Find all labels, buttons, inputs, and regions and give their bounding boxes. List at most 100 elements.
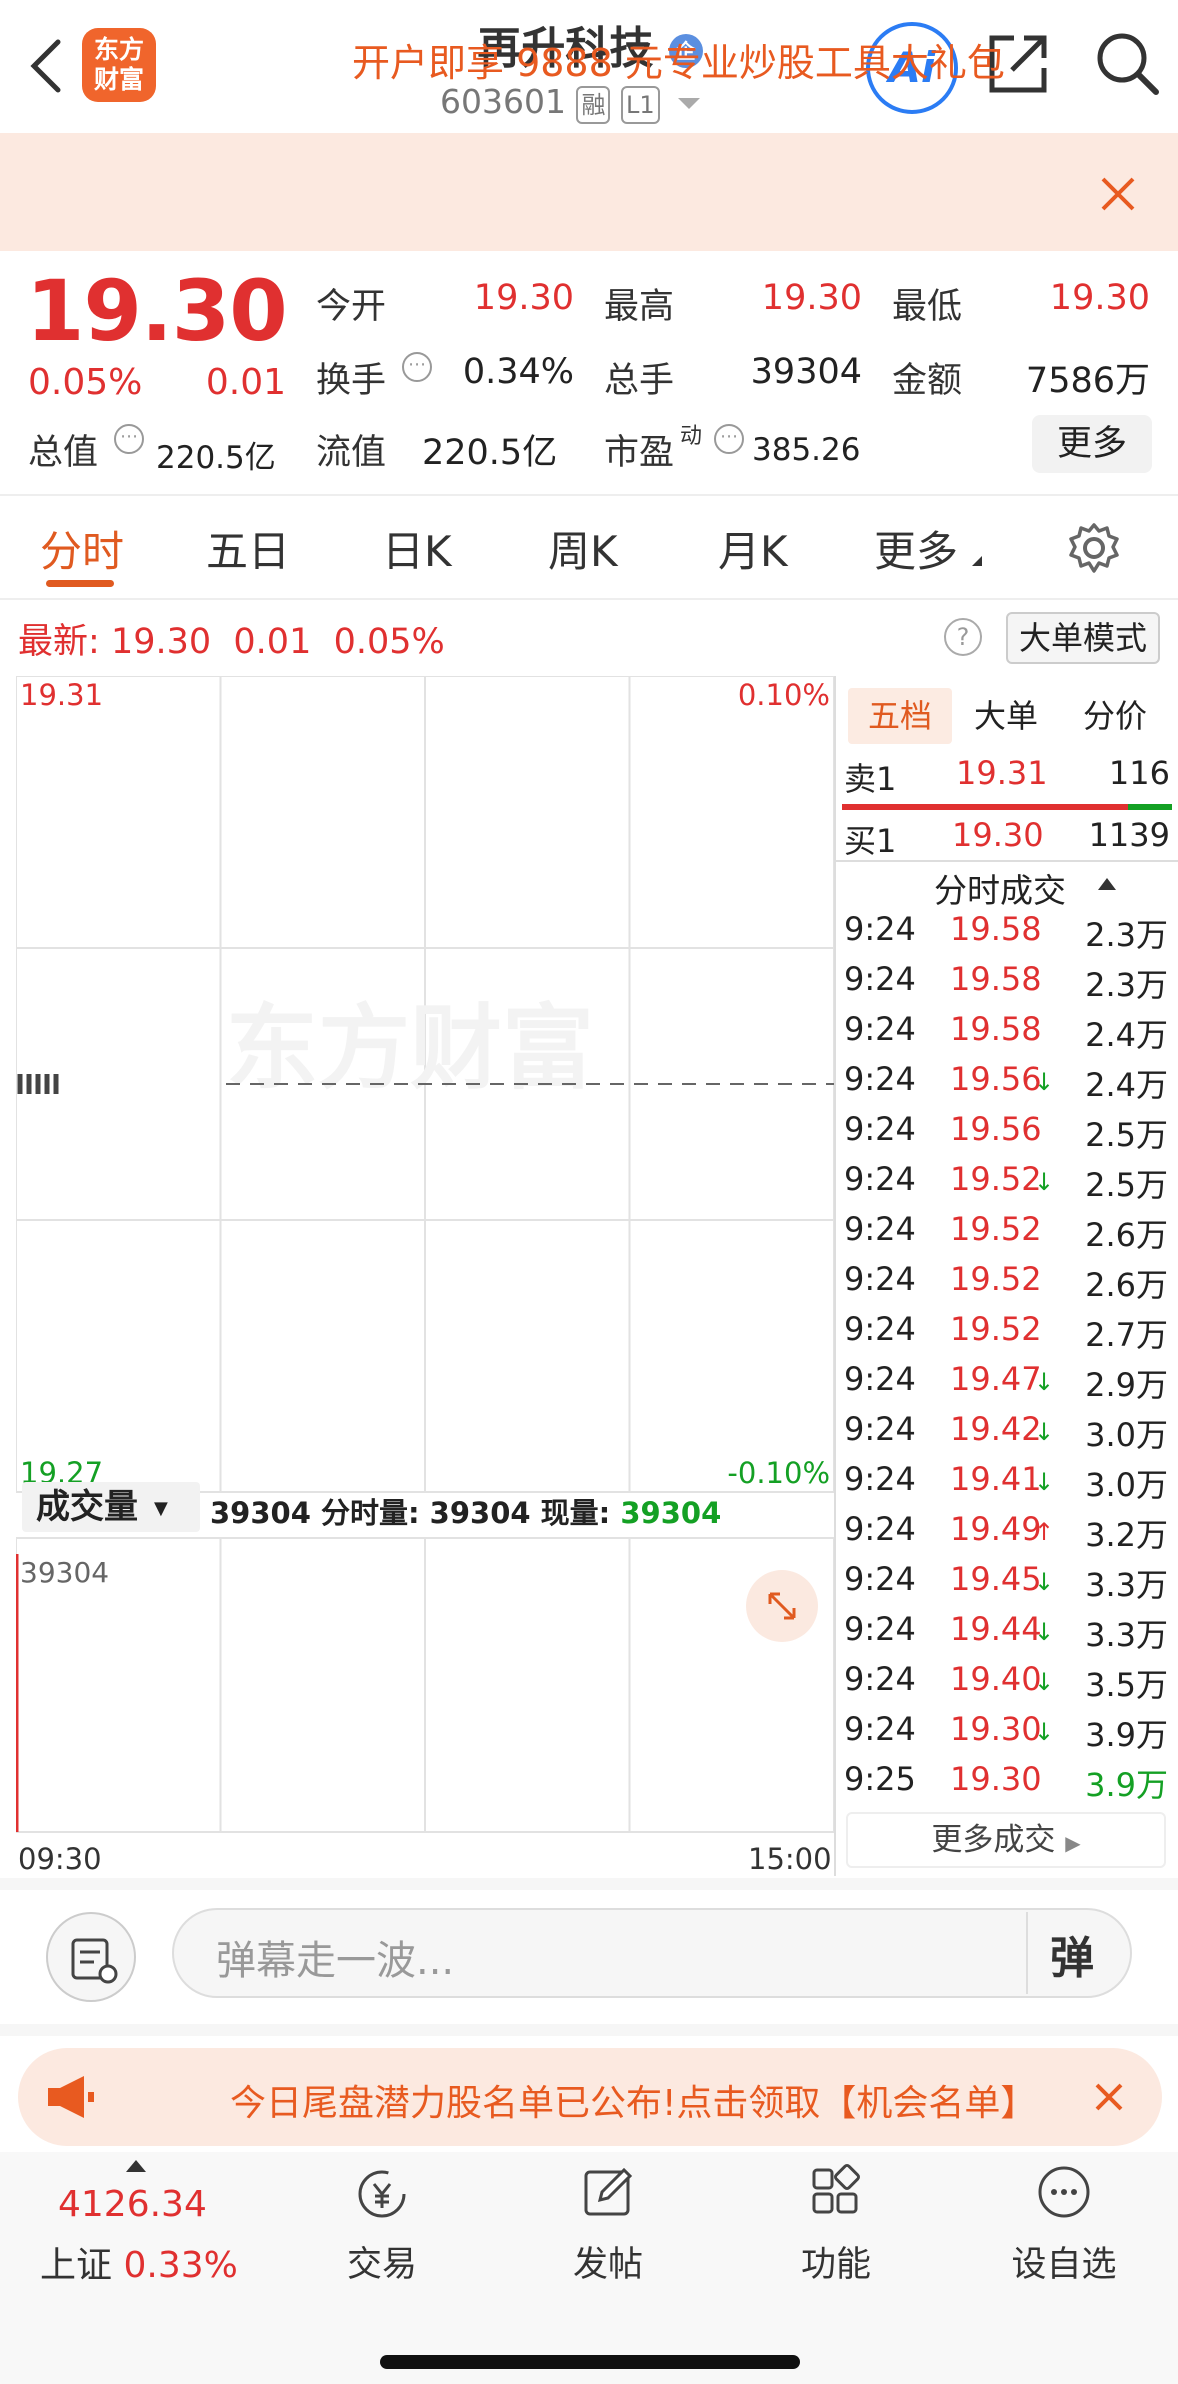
help-icon[interactable]: ? [944,618,982,656]
tab-daily-k[interactable]: 日K [382,518,452,579]
trade-tick-row: 9:24 19.47 ↓ 2.9万 [844,1360,1168,1404]
intraday-chart[interactable]: 东方财富 [16,676,834,1836]
corner-triangle-icon [972,556,982,566]
mcap-value: 220.5亿 [156,440,276,476]
trade-tick-row: 9:24 19.58 2.3万 [844,910,1168,954]
trade-tick-row: 9:24 19.40 ↓ 3.5万 [844,1660,1168,1704]
volume-axis-max: 39304 [20,1556,110,1589]
tab-price-dist[interactable]: 分价 [1062,688,1168,744]
mcap-label: 总值 [28,433,99,473]
chevron-right-icon: ▶ [1065,1831,1081,1855]
trade-tick-row: 9:24 19.41 ↓ 3.0万 [844,1460,1168,1504]
low-label: 最低 [892,287,963,327]
high-value: 19.30 [761,278,862,318]
divider [836,860,1178,862]
trade-tick-row: 9:24 19.52 ↓ 2.5万 [844,1160,1168,1204]
amount-label: 金额 [892,361,963,401]
buy1-row: 买1 19.30 1139 [844,816,1170,860]
info-icon[interactable]: ⋯ [714,424,744,454]
tab-five-day[interactable]: 五日 [206,518,290,579]
volume-label: 总手 [604,361,675,401]
trade-tick-row: 9:24 19.56 2.5万 [844,1110,1168,1154]
section-gap [0,2024,1178,2036]
buy-strength-bar [1128,804,1172,810]
close-icon[interactable] [1100,176,1136,212]
divider [0,494,1178,496]
nav-post-label[interactable]: 发帖 [528,2236,688,2287]
tab-five-levels[interactable]: 五档 [848,688,952,744]
price-axis-top: 19.31 [20,678,104,712]
pct-axis-top: 0.10% [737,678,830,712]
pct-axis-bottom: -0.10% [727,1456,830,1490]
latest-quote-line: 最新: 19.30 0.01 0.05% [18,622,445,662]
trade-tick-row: 9:24 19.52 2.6万 [844,1210,1168,1254]
sort-up-icon[interactable] [1098,878,1116,890]
open-value: 19.30 [473,278,574,318]
index-value[interactable]: 4126.34 [58,2184,207,2225]
comment-list-icon[interactable] [46,1912,136,2002]
expand-up-icon[interactable] [126,2160,146,2172]
open-label: 今开 [316,287,387,327]
tab-weekly-k[interactable]: 周K [548,518,618,579]
ticks-header[interactable]: 分时成交 [934,864,1066,912]
more-button[interactable]: 更多 [1032,415,1152,473]
promo-text: 今日尾盘潜力股名单已公布!点击领取【机会名单】 [230,2083,1037,2124]
post-edit-icon[interactable] [578,2162,638,2222]
volume-value: 39304 [750,352,862,392]
danmaku-placeholder: 弹幕走一波... [216,1938,455,1984]
trade-tick-row: 9:24 19.58 2.3万 [844,960,1168,1004]
turnover-label: 换手 [316,361,387,401]
search-icon[interactable] [1094,30,1162,98]
trade-tick-row: 9:24 19.52 2.7万 [844,1310,1168,1354]
expand-icon[interactable] [746,1570,818,1642]
tab-big-orders[interactable]: 大单 [956,688,1056,744]
dropdown-caret-icon: ▼ [154,1497,168,1519]
divider [1026,1912,1028,1994]
high-label: 最高 [604,287,675,327]
index-summary[interactable]: 上证 0.33% [40,2236,238,2288]
volume-info: 39304 分时量: 39304 现量: 39304 [210,1496,722,1530]
app-logo: 东方 财富 [82,28,156,102]
pe-label: 市盈 [604,433,675,473]
panel-divider [834,676,836,1876]
promo-banner[interactable] [0,133,1178,251]
settings-gear-icon[interactable] [1068,522,1120,574]
trade-tick-row: 9:24 19.45 ↓ 3.3万 [844,1560,1168,1604]
tab-intraday[interactable]: 分时 [40,518,124,579]
trade-tick-row: 9:24 19.49 ↑ 3.2万 [844,1510,1168,1554]
pe-value: 385.26 [752,432,861,468]
nav-watchlist-label[interactable]: 设自选 [984,2236,1144,2287]
amount-value: 7586万 [1025,361,1150,401]
big-order-mode-button[interactable]: 大单模式 [1006,612,1160,664]
section-gap [0,1878,1178,1890]
more-dots-icon[interactable] [1034,2162,1094,2222]
trade-tick-row: 9:25 19.30 3.9万 [844,1760,1168,1804]
trade-tick-row: 9:24 19.52 2.6万 [844,1260,1168,1304]
trade-yen-icon[interactable] [350,2164,414,2224]
divider [0,598,1178,600]
trade-tick-row: 9:24 19.44 ↓ 3.3万 [844,1610,1168,1654]
time-axis-end: 15:00 [748,1842,832,1876]
banner-text: 开户即享 9888 元专业炒股工具大礼包 [352,41,1005,85]
trade-tick-row: 9:24 19.30 ↓ 3.9万 [844,1710,1168,1754]
stock-code-row: 603601 融 L1 [440,82,701,124]
tab-more[interactable]: 更多 [874,518,958,579]
nav-trade-label[interactable]: 交易 [302,2236,462,2287]
change-amount: 0.01 [205,362,286,403]
nav-functions-label[interactable]: 功能 [756,2236,916,2287]
danmaku-button[interactable]: 弹 [1050,1922,1094,1986]
tab-monthly-k[interactable]: 月K [718,518,788,579]
trade-tick-row: 9:24 19.56 ↓ 2.4万 [844,1060,1168,1104]
functions-grid-icon[interactable] [806,2162,866,2222]
low-value: 19.30 [1049,278,1150,318]
indicator-selector[interactable]: 成交量 ▼ [22,1482,200,1532]
current-price: 19.30 [26,262,288,360]
margin-tag: 融 [576,86,611,124]
level-tag: L1 [620,86,660,124]
info-icon[interactable]: ⋯ [114,424,144,454]
dropdown-caret-icon[interactable] [678,98,701,109]
close-icon[interactable] [1094,2082,1124,2112]
more-trades-button[interactable]: 更多成交 ▶ [846,1812,1166,1868]
float-value: 220.5亿 [422,433,558,473]
back-arrow-icon[interactable] [24,36,68,96]
